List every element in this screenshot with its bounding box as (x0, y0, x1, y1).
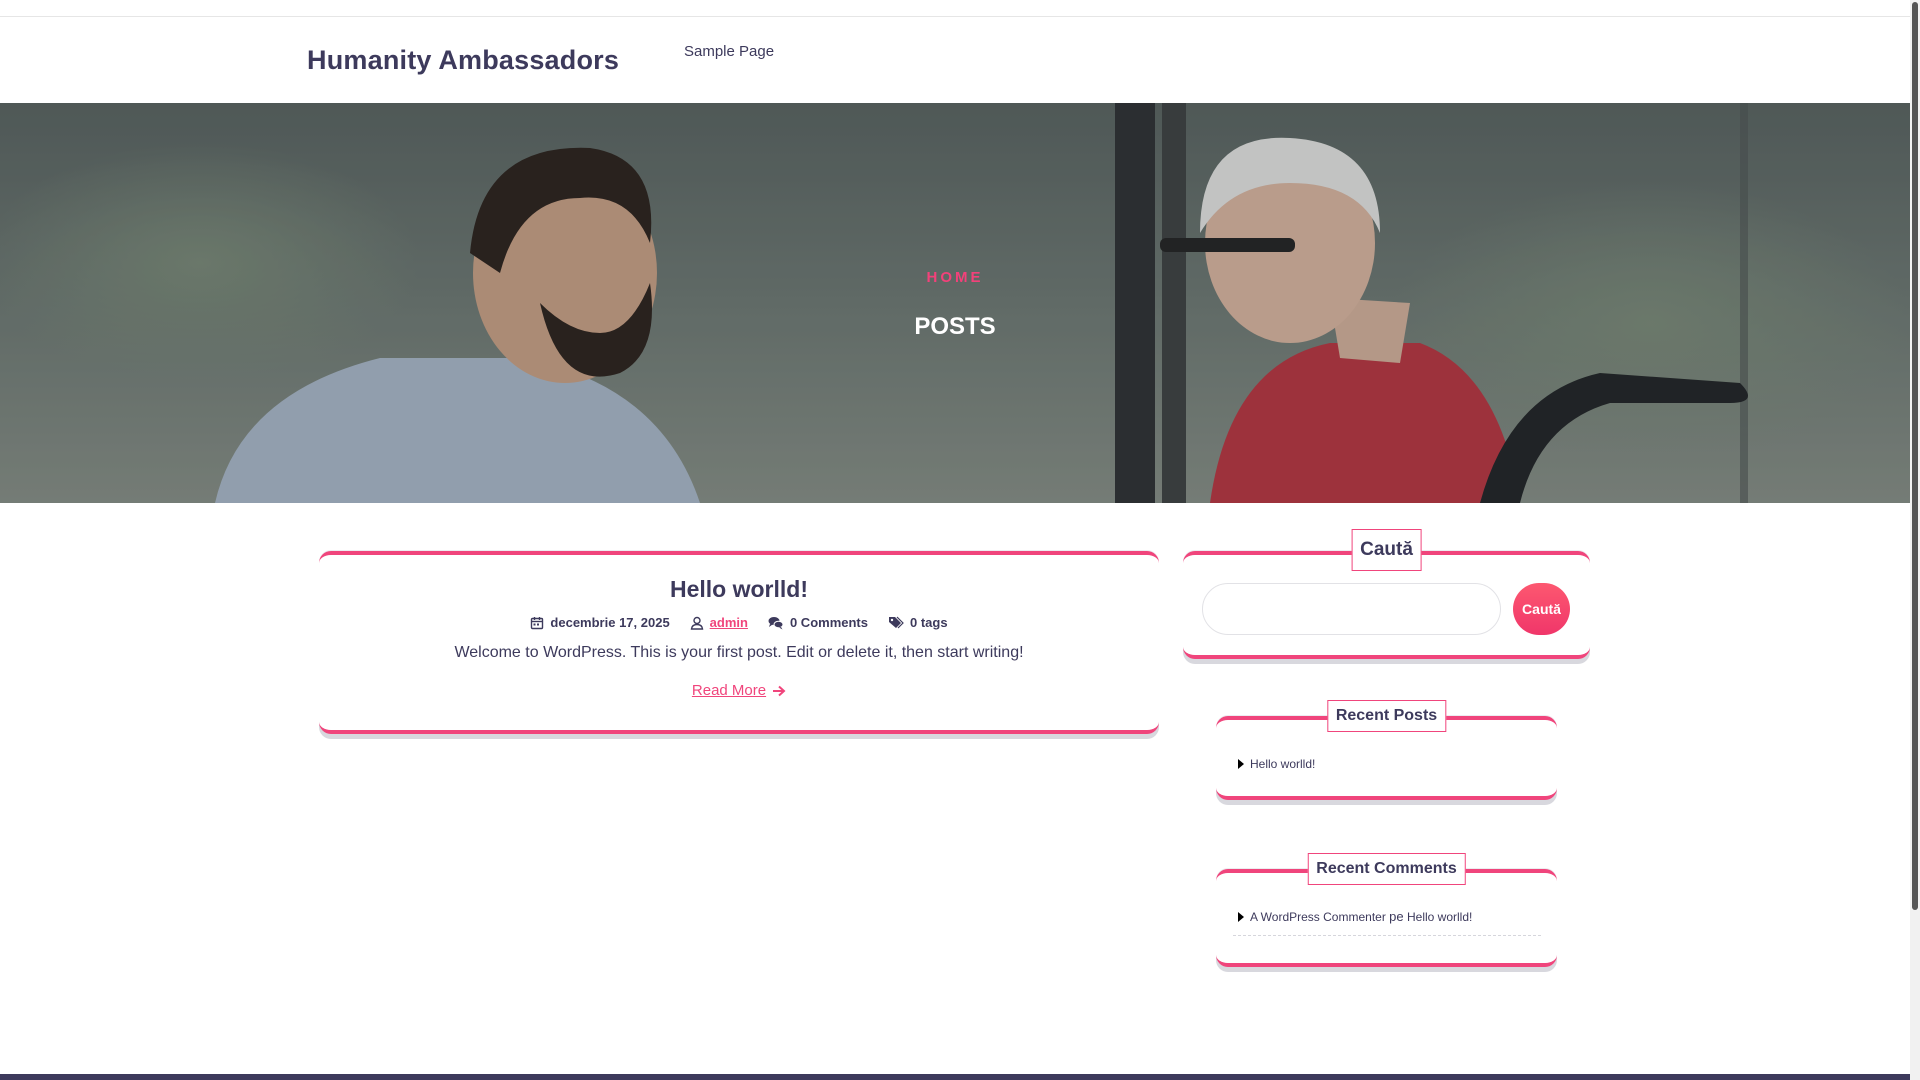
post-author-link[interactable]: admin (710, 615, 748, 630)
footer-strip (0, 1074, 1910, 1080)
comments-icon (768, 616, 784, 629)
recent-posts-widget: Recent Posts Hello worlld! (1216, 700, 1557, 800)
comment-connector: pe (1389, 909, 1404, 924)
nav-item-sample-page[interactable]: Sample Page (684, 43, 774, 60)
comment-author-link[interactable]: A WordPress Commenter (1250, 910, 1386, 924)
site-header: Humanity Ambassadors Sample Page (0, 17, 1910, 103)
post-date: decembrie 17, 2025 (550, 615, 670, 630)
user-icon (690, 616, 703, 630)
hero-overlay (0, 103, 1910, 503)
search-widget: Caută Caută (1183, 529, 1590, 659)
caret-right-icon (1238, 911, 1244, 922)
calendar-icon (531, 616, 544, 629)
top-bar (0, 0, 1910, 17)
comment-post-link[interactable]: Hello worlld! (1407, 910, 1472, 924)
post-title[interactable]: Hello worlld! (319, 576, 1159, 603)
divider (1233, 935, 1541, 936)
post-tags-count: 0 tags (910, 615, 948, 630)
hero-banner: HOME POSTS (0, 103, 1910, 503)
post-meta: decembrie 17, 2025 admin 0 Comments 0 ta… (319, 615, 1159, 630)
recent-post-link[interactable]: Hello worlld! (1250, 757, 1315, 771)
breadcrumb-home[interactable]: HOME (0, 269, 1910, 286)
search-input[interactable] (1202, 583, 1501, 635)
page-title: POSTS (914, 313, 996, 340)
recent-posts-title: Recent Posts (1326, 700, 1447, 732)
recent-comments-title: Recent Comments (1307, 853, 1466, 885)
read-more-link[interactable]: Read More (692, 682, 786, 699)
post-card: Hello worlld! decembrie 17, 2025 admin 0… (319, 551, 1159, 734)
post-excerpt: Welcome to WordPress. This is your first… (454, 644, 1024, 661)
read-more-label: Read More (691, 682, 767, 699)
scrollbar-thumb[interactable] (1912, 2, 1918, 910)
page-scrollbar[interactable] (1910, 0, 1920, 1080)
list-item: A WordPress Commenter pe Hello worlld! (1238, 909, 1472, 924)
list-item: Hello worlld! (1238, 757, 1315, 771)
arrow-right-icon (773, 685, 786, 696)
site-title-link[interactable]: Humanity Ambassadors (307, 45, 619, 76)
search-button[interactable]: Caută (1513, 583, 1570, 635)
post-comments-count[interactable]: 0 Comments (790, 615, 868, 630)
tags-icon (889, 616, 904, 628)
search-widget-title: Caută (1351, 529, 1422, 571)
recent-comments-widget: Recent Comments A WordPress Commenter pe… (1216, 853, 1557, 967)
caret-right-icon (1238, 759, 1244, 769)
